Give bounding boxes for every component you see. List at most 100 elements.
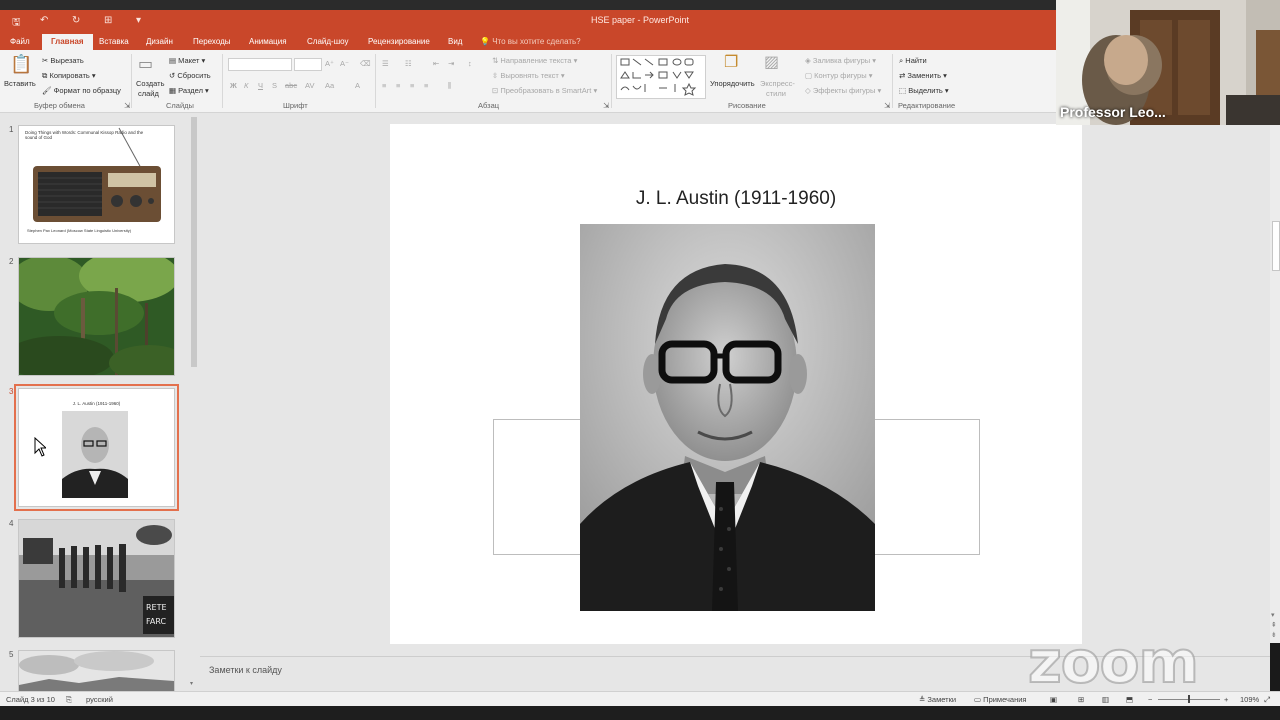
tab-insert[interactable]: Вставка bbox=[99, 37, 129, 46]
reset-button[interactable]: ↺ Сбросить bbox=[169, 71, 211, 80]
prev-slide-icon[interactable]: ⇞ bbox=[1271, 621, 1277, 629]
arrange-button[interactable]: Упорядочить bbox=[710, 79, 755, 88]
paragraph-launcher-icon[interactable]: ⇲ bbox=[603, 101, 609, 110]
shapes-gallery[interactable] bbox=[616, 55, 706, 99]
align-left-icon[interactable]: ≡ bbox=[382, 81, 386, 90]
scroll-down-icon[interactable]: ▾ bbox=[190, 680, 193, 687]
new-slide-button-2[interactable]: слайд bbox=[138, 89, 159, 98]
align-text-button[interactable]: ⇳ Выровнять текст ▾ bbox=[492, 71, 565, 80]
next-slide-icon[interactable]: ⇟ bbox=[1271, 631, 1277, 639]
comments-toggle-label: Примечания bbox=[983, 695, 1027, 704]
indent-decrease-icon[interactable]: ⇤ bbox=[433, 59, 439, 68]
justify-icon[interactable]: ≡ bbox=[424, 81, 428, 90]
zoom-slider[interactable] bbox=[1158, 695, 1220, 703]
quick-styles-button-2[interactable]: стили bbox=[766, 89, 786, 98]
shape-outline-button[interactable]: ▢ Контур фигуры ▾ bbox=[805, 71, 872, 80]
quick-styles-button[interactable]: Экспресс- bbox=[760, 79, 795, 88]
slide-title[interactable]: J. L. Austin (1911-1960) bbox=[390, 188, 1082, 210]
tell-me-search[interactable]: 💡 Что вы хотите сделать? bbox=[480, 37, 581, 46]
columns-icon[interactable]: ⫼ bbox=[448, 81, 451, 91]
align-right-icon[interactable]: ≡ bbox=[410, 81, 414, 90]
clipboard-launcher-icon[interactable]: ⇲ bbox=[124, 101, 130, 110]
tab-review[interactable]: Рецензирование bbox=[368, 37, 430, 46]
slide-thumbnail-4[interactable]: RETE FARC bbox=[18, 519, 175, 638]
paste-icon[interactable]: 📋 bbox=[10, 54, 32, 75]
align-center-icon[interactable]: ≡ bbox=[396, 81, 400, 90]
notes-toggle[interactable]: ≜ Заметки bbox=[919, 695, 956, 704]
slide-thumbnail-panel[interactable]: 1 Doing Things with Words: Communal Kiss… bbox=[0, 113, 200, 692]
italic-icon[interactable]: К bbox=[244, 81, 248, 90]
case-icon[interactable]: Aa bbox=[325, 81, 334, 90]
new-slide-button[interactable]: Создать bbox=[136, 79, 165, 88]
scrollbar-thumb[interactable] bbox=[191, 117, 197, 367]
normal-view-icon[interactable]: ▣ bbox=[1050, 695, 1057, 704]
font-shrink-icon[interactable]: A⁻ bbox=[340, 59, 349, 68]
font-name-field[interactable] bbox=[228, 58, 292, 71]
thumbnail-scrollbar[interactable]: ▾ bbox=[190, 117, 198, 687]
section-button[interactable]: ▦ Раздел ▾ bbox=[169, 86, 209, 95]
bold-icon[interactable]: Ж bbox=[230, 81, 237, 90]
font-color-icon[interactable]: A bbox=[355, 81, 360, 90]
text-direction-button[interactable]: ⇅ Направление текста ▾ bbox=[492, 56, 577, 65]
language-label[interactable]: русский bbox=[86, 695, 113, 704]
reading-view-icon[interactable]: ▥ bbox=[1102, 695, 1109, 704]
new-slide-icon[interactable]: ▭ bbox=[138, 54, 153, 74]
slide-3[interactable]: J. L. Austin (1911-1960) bbox=[390, 124, 1082, 644]
scroll-down-icon[interactable]: ▾ bbox=[1271, 611, 1275, 619]
strike-icon[interactable]: abc bbox=[285, 81, 297, 90]
austin-portrait-image bbox=[580, 224, 875, 611]
select-button[interactable]: ⬚ Выделить ▾ bbox=[899, 86, 949, 95]
tab-design[interactable]: Дизайн bbox=[146, 37, 173, 46]
tab-file[interactable]: Файл bbox=[10, 37, 30, 46]
drawing-launcher-icon[interactable]: ⇲ bbox=[884, 101, 890, 110]
font-grow-icon[interactable]: A⁺ bbox=[325, 59, 334, 68]
zoom-slider-handle[interactable] bbox=[1188, 695, 1190, 703]
format-painter-button[interactable]: 🖌 Формат по образцу bbox=[42, 86, 121, 95]
layout-button[interactable]: ▤ Макет ▾ bbox=[169, 56, 205, 65]
notes-placeholder[interactable]: Заметки к слайду bbox=[209, 665, 282, 675]
thumb-number: 4 bbox=[9, 519, 14, 528]
austin-photo[interactable] bbox=[580, 224, 875, 611]
copy-icon: ⧉ bbox=[42, 71, 48, 80]
sorter-view-icon[interactable]: ⊞ bbox=[1078, 695, 1084, 704]
slide-thumbnail-5[interactable] bbox=[18, 650, 175, 692]
clouds-image bbox=[19, 651, 174, 691]
fit-slide-icon[interactable]: ⤢ bbox=[1264, 695, 1270, 705]
scrollbar-thumb[interactable] bbox=[1272, 221, 1280, 271]
tab-view[interactable]: Вид bbox=[448, 37, 462, 46]
font-size-field[interactable] bbox=[294, 58, 322, 71]
spacing-icon[interactable]: AV bbox=[305, 81, 314, 90]
tab-animation[interactable]: Анимация bbox=[249, 37, 287, 46]
tell-me-text: Что вы хотите сделать? bbox=[492, 37, 581, 46]
smartart-button[interactable]: ⊡ Преобразовать в SmartArt ▾ bbox=[492, 86, 597, 95]
participant-video[interactable]: Professor Leo... bbox=[1056, 0, 1280, 125]
slide-scrollbar[interactable]: ▾ ⇞ ⇟ bbox=[1270, 113, 1280, 643]
underline-icon[interactable]: Ч bbox=[258, 81, 263, 90]
shape-fill-button[interactable]: ◈ Заливка фигуры ▾ bbox=[805, 56, 876, 65]
arrange-icon[interactable]: ❐ bbox=[724, 52, 738, 72]
zoom-out-icon[interactable]: − bbox=[1148, 695, 1152, 704]
paste-button[interactable]: Вставить bbox=[4, 79, 36, 88]
tab-home[interactable]: Главная bbox=[42, 34, 93, 50]
numbering-icon[interactable]: ☷ bbox=[405, 59, 412, 68]
slide-thumbnail-2[interactable] bbox=[18, 257, 175, 376]
tab-transitions[interactable]: Переходы bbox=[193, 37, 231, 46]
slide-thumbnail-1[interactable]: Doing Things with Words: Communal Kissop… bbox=[18, 125, 175, 244]
zoom-level[interactable]: 109% bbox=[1240, 695, 1259, 704]
indent-increase-icon[interactable]: ⇥ bbox=[448, 59, 454, 68]
copy-button[interactable]: ⧉ Копировать ▾ bbox=[42, 71, 96, 81]
slideshow-view-icon[interactable]: ⬒ bbox=[1126, 695, 1133, 704]
line-spacing-icon[interactable]: ↕ bbox=[468, 59, 472, 68]
cut-button[interactable]: ✂ Вырезать bbox=[42, 56, 84, 65]
clear-format-icon[interactable]: ⌫ bbox=[360, 59, 371, 68]
replace-button[interactable]: ⇄ Заменить ▾ bbox=[899, 71, 947, 80]
find-button[interactable]: ⌕ Найти bbox=[899, 56, 927, 66]
bullets-icon[interactable]: ☰ bbox=[382, 59, 389, 68]
shadow-icon[interactable]: S bbox=[272, 81, 277, 90]
tab-slideshow[interactable]: Слайд-шоу bbox=[307, 37, 348, 46]
comments-toggle[interactable]: ▭ Примечания bbox=[974, 695, 1026, 704]
shape-effects-button[interactable]: ◇ Эффекты фигуры ▾ bbox=[805, 86, 881, 95]
quick-styles-icon[interactable]: ▨ bbox=[764, 52, 779, 72]
zoom-in-icon[interactable]: + bbox=[1224, 695, 1228, 704]
spellcheck-icon[interactable]: ⎘ bbox=[66, 695, 72, 705]
